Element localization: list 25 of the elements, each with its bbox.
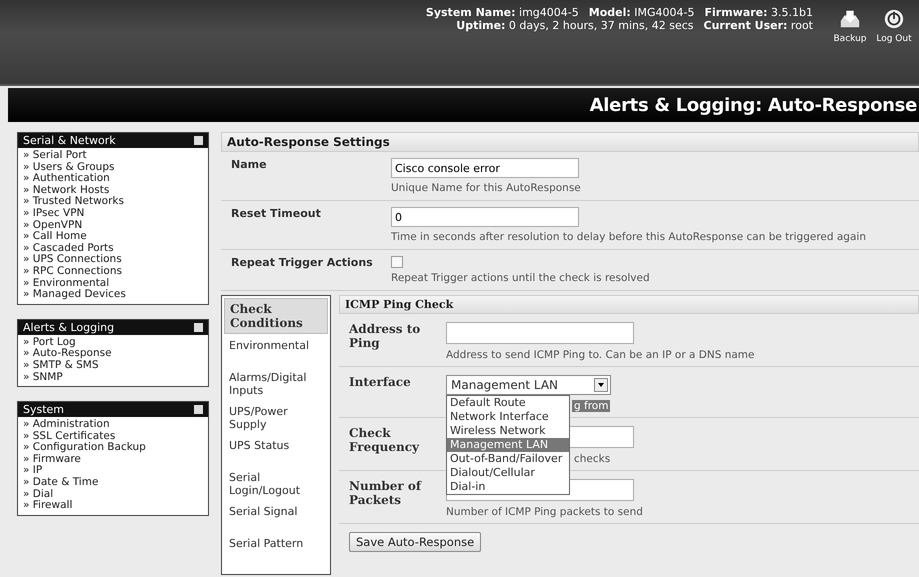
field-hint: Repeat Trigger actions until the check is resolved (391, 272, 651, 284)
system-info: System Name: img4004-5 (426, 6, 579, 19)
sidebar-title: Serial & Network (23, 134, 116, 147)
system-info: Current User: root (704, 19, 813, 32)
field-hint: Address to send ICMP Ping to. Can be an IP or a DNS name (446, 349, 756, 361)
field-label: Address to Ping (348, 322, 422, 352)
section-title: ICMP Ping Check (345, 298, 454, 311)
field-hint: Number of ICMP Ping packets to send (446, 506, 644, 518)
field-hint: Time in seconds after resolution to delay before this AutoResponse can be triggered again (391, 231, 867, 243)
field-hint: Unique Name for this AutoResponse (391, 182, 582, 194)
field-label: Check Frequency (348, 426, 420, 456)
field-hint: g from (572, 400, 610, 412)
field-hint: checks (574, 453, 612, 465)
field-label: Interface (348, 375, 412, 391)
sidebar-title: System (23, 403, 64, 416)
system-info: Uptime: 0 days, 2 hours, 37 mins, 42 secs (456, 19, 694, 32)
field-label: Repeat Trigger Actions (230, 256, 374, 271)
section-title: Auto-Response Settings (227, 135, 390, 149)
field-label: Reset Timeout (230, 207, 322, 222)
page-title: Alerts & Logging: Auto-Response (590, 94, 918, 116)
sidebar-title: Alerts & Logging (23, 320, 114, 334)
system-info: Model: IMG4004-5 (588, 6, 694, 19)
field-label: Number of Packets (348, 479, 423, 509)
field-label: Name (230, 158, 268, 173)
system-info: Firmware: 3.5.1b1 (704, 6, 813, 19)
